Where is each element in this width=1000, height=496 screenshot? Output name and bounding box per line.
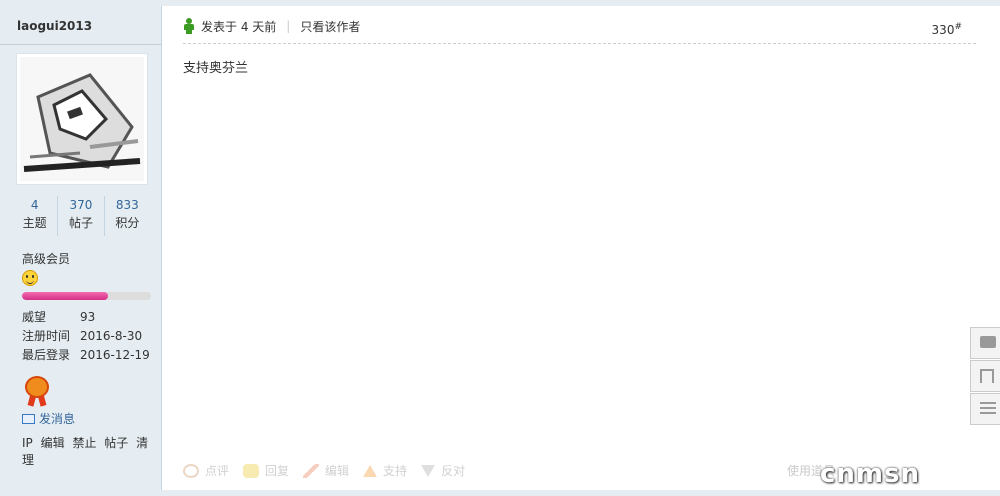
mail-icon — [22, 413, 35, 424]
medal-icon[interactable] — [24, 376, 50, 407]
stat-value: 4 — [30, 198, 39, 212]
reply-bubble-icon — [980, 336, 996, 348]
stat-value: 370 — [69, 198, 93, 212]
floor-value: 330 — [931, 23, 955, 37]
stat-label: 积分 — [115, 216, 140, 230]
smiley-icon — [22, 270, 38, 286]
post-header: 发表于 4 天前 | 只看该作者 — [183, 17, 360, 35]
info-row: 注册时间 2016-8-30 — [22, 327, 150, 346]
support-button[interactable]: 支持 — [363, 462, 407, 479]
send-message-link[interactable]: 发消息 — [22, 410, 75, 427]
admin-link-edit[interactable]: 编辑 — [41, 436, 65, 450]
info-value: 2016-12-19 — [80, 348, 150, 362]
return-list-button[interactable] — [970, 393, 1000, 425]
author-stats: 4 主题 370 帖子 833 积分 — [12, 196, 150, 236]
author-username[interactable]: laogui2013 — [17, 19, 92, 33]
oppose-button[interactable]: 反对 — [421, 462, 465, 479]
rank-progress-bar — [22, 292, 151, 300]
admin-link-ban[interactable]: 禁止 — [72, 436, 96, 450]
avatar-image — [20, 57, 144, 181]
only-author-link[interactable]: 只看该作者 — [300, 18, 360, 35]
reply-icon — [243, 463, 260, 478]
info-row: 威望 93 — [22, 308, 150, 327]
stat-label: 帖子 — [68, 216, 93, 230]
edit-button[interactable]: 编辑 — [303, 462, 349, 479]
reply-button[interactable]: 回复 — [243, 462, 289, 479]
send-message-label: 发消息 — [39, 412, 76, 426]
list-icon — [980, 402, 996, 414]
info-key: 最后登录 — [22, 348, 71, 362]
stat-points[interactable]: 833 积分 — [103, 196, 150, 236]
action-label: 支持 — [383, 464, 408, 478]
thumb-up-icon — [363, 464, 378, 477]
separator: | — [286, 19, 291, 33]
info-row: 最后登录 2016-12-19 — [22, 346, 150, 365]
action-label: 反对 — [441, 464, 466, 478]
post-main: 发表于 4 天前 | 只看该作者 330# 支持奥芬兰 点评 回复 编辑 支持 … — [163, 6, 976, 490]
post-content: 支持奥芬兰 — [183, 61, 249, 76]
medal-disc — [25, 376, 49, 398]
floor-number[interactable]: 330# — [932, 22, 962, 37]
stat-posts[interactable]: 370 帖子 — [57, 196, 103, 236]
info-key: 注册时间 — [22, 329, 71, 343]
online-user-icon — [183, 18, 195, 34]
action-label: 回复 — [265, 464, 290, 478]
user-rank[interactable]: 高级会员 — [22, 250, 70, 267]
thumb-down-icon — [421, 464, 436, 477]
avatar[interactable] — [16, 53, 148, 185]
stat-label: 主题 — [22, 216, 47, 230]
author-info: 威望 93 注册时间 2016-8-30 最后登录 2016-12-19 — [22, 308, 150, 365]
admin-link-ip[interactable]: IP — [22, 436, 33, 450]
quick-reply-button[interactable] — [970, 327, 1000, 359]
stat-threads[interactable]: 4 主题 — [12, 196, 57, 236]
header-divider — [183, 43, 976, 44]
comment-button[interactable]: 点评 — [183, 462, 229, 479]
admin-link-posts[interactable]: 帖子 — [104, 436, 128, 450]
stat-value: 833 — [115, 198, 139, 212]
post-actions: 点评 回复 编辑 支持 反对 — [183, 462, 479, 479]
bottom-rule — [0, 490, 1000, 496]
comment-icon — [183, 463, 199, 478]
pencil-icon — [303, 463, 320, 478]
back-to-top-icon — [980, 369, 994, 383]
action-label: 编辑 — [325, 464, 350, 478]
back-to-top-button[interactable] — [970, 360, 1000, 392]
floor-mark: # — [954, 22, 962, 32]
floating-toolbar — [970, 327, 1000, 426]
admin-links: IP 编辑 禁止 帖子 清理 — [22, 434, 161, 468]
post-time: 发表于 4 天前 — [201, 19, 277, 34]
action-label: 点评 — [205, 464, 230, 478]
info-value: 93 — [80, 310, 96, 324]
info-key: 威望 — [22, 310, 47, 324]
rank-progress-fill — [22, 292, 109, 300]
info-value: 2016-8-30 — [80, 329, 143, 343]
site-watermark: cnmsn — [820, 459, 920, 489]
author-sidebar: laogui2013 4 主题 370 帖子 833 积分 高级会员 威望 93… — [0, 6, 162, 490]
divider — [0, 44, 162, 45]
